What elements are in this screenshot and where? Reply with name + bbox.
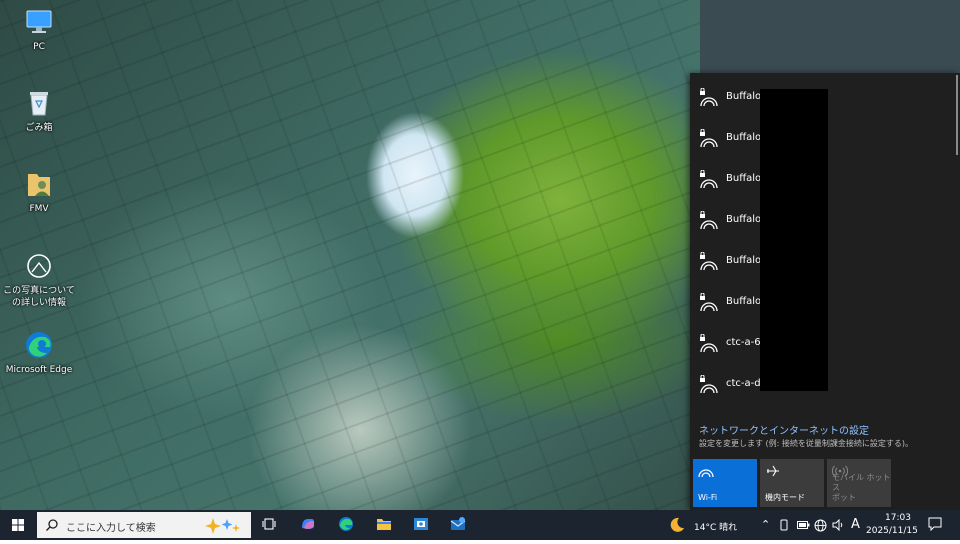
camera-circle-icon [23, 250, 55, 282]
search-placeholder: ここに入力して検索 [66, 523, 156, 534]
weather-text[interactable]: 14°C 晴れ [694, 520, 737, 533]
desktop-icon-label: この写真についての詳しい情報 [3, 286, 75, 308]
wallpaper-arch [700, 0, 960, 80]
taskbar-copilot[interactable] [293, 510, 323, 540]
mobile-hotspot-label-line2: ポット [832, 493, 856, 502]
secured-wifi-icon [700, 170, 718, 189]
battery-icon[interactable] [797, 521, 810, 529]
desktop-icon-label: FMV [29, 204, 49, 214]
secured-wifi-icon [700, 252, 718, 271]
desktop-icon-recycle-bin[interactable]: ごみ箱 [1, 87, 77, 134]
notification-icon[interactable] [928, 517, 942, 531]
folder-icon [377, 519, 391, 530]
wifi-toggle-label: Wi-Fi [698, 493, 718, 502]
airplane-mode-button[interactable]: 機内モード [760, 459, 824, 507]
secured-wifi-icon [700, 88, 718, 107]
airplane-mode-label: 機内モード [765, 493, 805, 502]
desktop-icon-edge[interactable]: Microsoft Edge [1, 329, 77, 376]
desktop-icon-label: Microsoft Edge [5, 365, 73, 375]
wifi-toggle-button[interactable]: Wi-Fi [693, 459, 757, 507]
globe-network-icon[interactable] [814, 519, 827, 532]
network-ssid: Buffalo [726, 91, 762, 102]
network-ssid: ctc-a-6 [726, 337, 761, 348]
start-button[interactable] [0, 510, 36, 540]
network-ssid: Buffalo [726, 132, 762, 143]
edge-icon [23, 329, 55, 361]
secured-wifi-icon [700, 293, 718, 312]
secured-wifi-icon [700, 129, 718, 148]
speaker-icon[interactable] [832, 519, 844, 531]
flyout-scrollbar[interactable] [956, 75, 958, 155]
secured-wifi-icon [700, 334, 718, 353]
network-settings-description: 設定を変更します (例: 接続を従量制課金接続に設定する)。 [699, 439, 914, 448]
network-settings-link[interactable]: ネットワークとインターネットの設定 [699, 422, 869, 437]
chevron-up-icon[interactable]: ⌃ [761, 518, 770, 531]
user-folder-icon [23, 168, 55, 200]
network-ssid: Buffalo [726, 255, 762, 266]
taskbar-file-explorer[interactable] [369, 510, 399, 540]
desktop-icon-photo-info[interactable]: この写真についての詳しい情報 [1, 250, 77, 309]
airplane-icon [767, 465, 779, 477]
task-view-button[interactable] [254, 510, 284, 540]
mobile-hotspot-label: モバイル ホットス ポット [832, 473, 891, 503]
edge-icon [339, 517, 353, 531]
copilot-icon [302, 519, 314, 529]
clock-time[interactable]: 17:03 [880, 513, 916, 523]
desktop-icon-label: PC [33, 42, 45, 52]
mobile-hotspot-label-line1: モバイル ホットス [832, 473, 891, 492]
network-ssid: ctc-a-d [726, 378, 761, 389]
moon-weather-icon [670, 517, 684, 532]
clock-date[interactable]: 2025/11/15 [866, 526, 918, 536]
ime-mode-indicator[interactable]: A [851, 517, 860, 532]
recycle-bin-icon [23, 87, 55, 119]
network-ssid: Buffalo [726, 214, 762, 225]
pc-icon [23, 6, 55, 38]
store-icon [414, 518, 428, 530]
redaction-box [760, 89, 828, 391]
desktop-icon-label: ごみ箱 [25, 123, 53, 133]
mail-icon [450, 517, 466, 530]
taskbar: ここに入力して検索 14°C 晴れ ⌃ A 17:03 2025/11/15 [0, 510, 960, 540]
network-ssid: Buffalo [726, 173, 762, 184]
taskbar-edge[interactable] [331, 510, 361, 540]
wifi-icon [698, 469, 714, 478]
network-ssid: Buffalo [726, 296, 762, 307]
sparkle-icon [205, 518, 240, 534]
mobile-hotspot-button[interactable]: モバイル ホットス ポット [827, 459, 891, 507]
taskbar-mail[interactable] [443, 510, 473, 540]
taskbar-search-box[interactable]: ここに入力して検索 [37, 512, 251, 538]
desktop-icon-fmv[interactable]: FMV [1, 168, 77, 215]
device-icon[interactable] [779, 519, 789, 531]
desktop-icon-pc[interactable]: PC [1, 6, 77, 53]
network-flyout: Buffalo Buffalo Buffalo Buffalo Buffalo … [690, 73, 960, 510]
secured-wifi-icon [700, 375, 718, 394]
taskbar-store-app[interactable] [406, 510, 436, 540]
task-view-icon [262, 518, 276, 530]
windows-logo-icon [12, 519, 24, 531]
search-icon [46, 519, 58, 531]
secured-wifi-icon [700, 211, 718, 230]
